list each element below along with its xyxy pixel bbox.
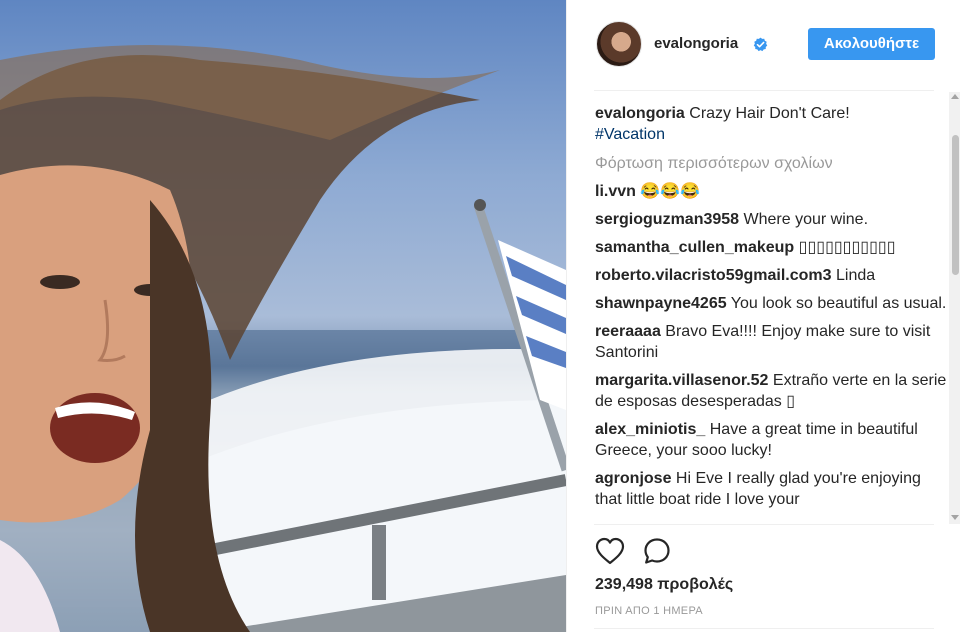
comment-bubble-icon[interactable] bbox=[643, 537, 671, 565]
comment-text: You look so beautiful as usual. bbox=[730, 295, 947, 312]
divider bbox=[594, 628, 934, 629]
photo-illustration bbox=[0, 45, 566, 632]
comment-username[interactable]: shawnpayne4265 bbox=[595, 295, 727, 312]
comment-item: roberto.vilacristo59gmail.com3 Linda bbox=[595, 265, 947, 286]
follow-button[interactable]: Ακολουθήστε bbox=[808, 28, 935, 60]
comment-item: margarita.villasenor.52 Extraño verte en… bbox=[595, 370, 947, 412]
caption-username[interactable]: evalongoria bbox=[595, 105, 685, 122]
scroll-down-arrow-icon[interactable] bbox=[951, 515, 959, 520]
comment-item: agronjose Hi Eve I really glad you're en… bbox=[595, 468, 947, 510]
post-caption: evalongoria Crazy Hair Don't Care! #Vaca… bbox=[595, 103, 947, 145]
post-photo[interactable] bbox=[0, 0, 566, 632]
caption-hashtag[interactable]: #Vacation bbox=[595, 126, 665, 143]
load-more-comments-link[interactable]: Φόρτωση περισσότερων σχολίων bbox=[595, 153, 947, 174]
comment-item: reeraaaa Bravo Eva!!!! Enjoy make sure t… bbox=[595, 321, 947, 363]
divider bbox=[594, 90, 934, 91]
comment-item: li.vvn 😂😂😂 bbox=[595, 181, 947, 202]
comment-text: ▯▯▯▯▯▯▯▯▯▯▯ bbox=[798, 239, 896, 256]
scroll-up-arrow-icon[interactable] bbox=[951, 94, 959, 99]
comment-item: sergioguzman3958 Where your wine. bbox=[595, 209, 947, 230]
comment-text: 😂😂😂 bbox=[640, 183, 701, 200]
post-timestamp[interactable]: ΠΡΙΝ ΑΠΟ 1 ΗΜΕΡΑ bbox=[595, 605, 703, 617]
comment-text: Where your wine. bbox=[743, 211, 869, 228]
comment-item: shawnpayne4265 You look so beautiful as … bbox=[595, 293, 947, 314]
scrollbar-thumb[interactable] bbox=[952, 135, 959, 275]
comments-list[interactable]: evalongoria Crazy Hair Don't Care! #Vaca… bbox=[595, 103, 947, 524]
comment-username[interactable]: roberto.vilacristo59gmail.com3 bbox=[595, 267, 832, 284]
avatar[interactable] bbox=[596, 21, 642, 67]
post-details-panel: evalongoria Ακολουθήστε evalongoria Craz… bbox=[566, 0, 960, 632]
comment-username[interactable]: reeraaaa bbox=[595, 323, 661, 340]
post-header: evalongoria Ακολουθήστε bbox=[567, 0, 960, 90]
comment-text: Linda bbox=[835, 267, 876, 284]
caption-text: Crazy Hair Don't Care! bbox=[689, 105, 850, 122]
comment-username[interactable]: margarita.villasenor.52 bbox=[595, 372, 768, 389]
comment-username[interactable]: samantha_cullen_makeup bbox=[595, 239, 794, 256]
header-username[interactable]: evalongoria bbox=[654, 35, 738, 52]
comment-username[interactable]: li.vvn bbox=[595, 183, 636, 200]
comment-item: samantha_cullen_makeup ▯▯▯▯▯▯▯▯▯▯▯ bbox=[595, 237, 947, 258]
comment-username[interactable]: alex_miniotis_ bbox=[595, 421, 705, 438]
heart-icon[interactable] bbox=[595, 537, 625, 565]
view-count: 239,498 προβολές bbox=[595, 576, 734, 593]
comment-item: alex_miniotis_ Have a great time in beau… bbox=[595, 419, 947, 461]
divider bbox=[594, 524, 934, 525]
comment-username[interactable]: agronjose bbox=[595, 470, 671, 487]
comment-username[interactable]: sergioguzman3958 bbox=[595, 211, 739, 228]
verified-badge-icon bbox=[753, 37, 768, 52]
